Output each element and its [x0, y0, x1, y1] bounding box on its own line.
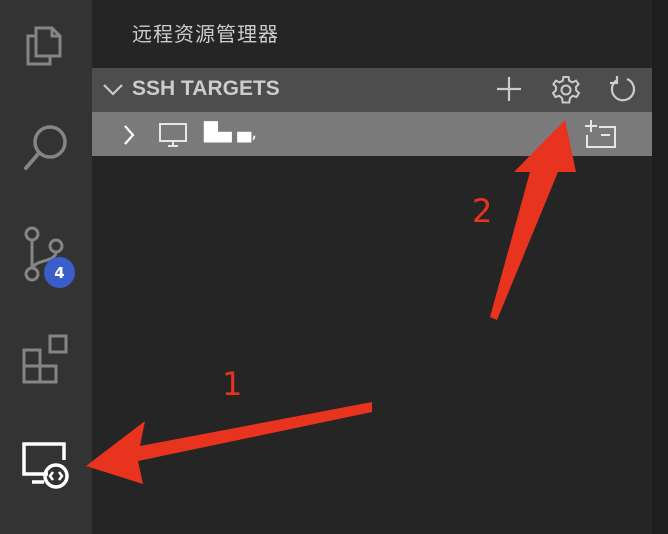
chevron-down-icon[interactable] — [102, 82, 124, 98]
open-in-new-window-icon[interactable] — [584, 118, 618, 150]
remote-explorer-icon[interactable] — [0, 424, 92, 504]
source-control-badge: 4 — [44, 257, 75, 288]
scrollbar[interactable] — [652, 0, 668, 534]
ssh-target-row[interactable]: █▄ ▄, — [92, 112, 652, 156]
remote-explorer-sidebar: 远程资源管理器 SSH TARGETS █▄ ▄, — [92, 0, 652, 534]
section-title: SSH TARGETS — [132, 77, 280, 100]
chevron-right-icon[interactable] — [122, 124, 136, 146]
monitor-icon — [159, 123, 187, 147]
search-icon[interactable] — [0, 108, 92, 188]
add-icon[interactable] — [494, 74, 524, 104]
extensions-icon[interactable] — [0, 318, 92, 398]
annotation-label-2: 2 — [472, 192, 493, 230]
gear-icon[interactable] — [550, 74, 582, 106]
activity-bar: 4 — [0, 0, 92, 534]
annotation-label-1: 1 — [222, 365, 243, 403]
refresh-icon[interactable] — [608, 74, 638, 104]
ssh-targets-section-header[interactable]: SSH TARGETS — [92, 68, 652, 112]
ssh-target-label: █▄ ▄, — [204, 122, 257, 143]
explorer-icon[interactable] — [0, 4, 92, 84]
source-control-icon[interactable] — [0, 214, 92, 294]
sidebar-title: 远程资源管理器 — [132, 22, 279, 46]
